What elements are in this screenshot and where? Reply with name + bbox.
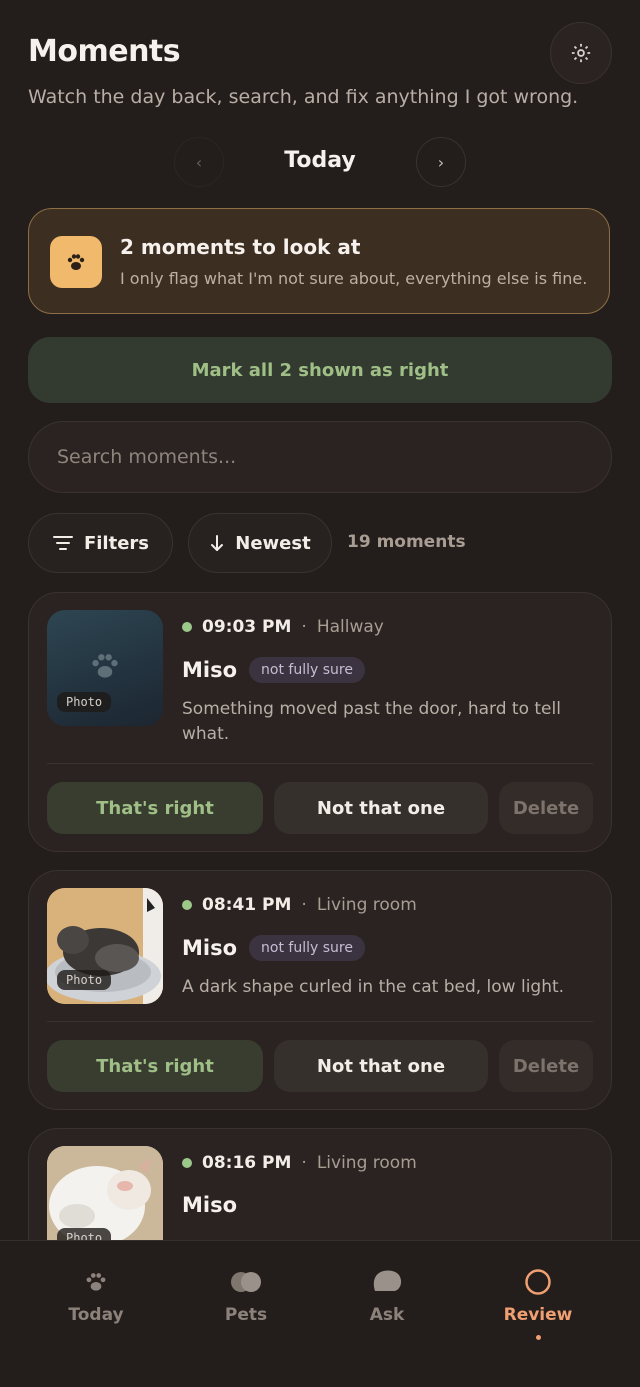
pet-row: Miso xyxy=(182,1193,237,1217)
moment-location: Living room xyxy=(316,895,417,915)
pet-name: Miso xyxy=(182,936,238,960)
status-dot xyxy=(182,1158,192,1168)
pet-name: Miso xyxy=(182,1193,238,1217)
search-input[interactable] xyxy=(29,422,611,492)
pet-row: Miso not fully sure xyxy=(182,657,365,683)
divider xyxy=(47,1021,593,1022)
moment-card[interactable]: Photo 08:41 PM · Living room Miso not fu… xyxy=(28,870,612,1110)
previous-day-button[interactable]: ‹ xyxy=(174,137,224,187)
active-tab-indicator xyxy=(536,1335,541,1340)
delete-button[interactable]: Delete xyxy=(499,1040,593,1092)
moment-time: 08:41 PM xyxy=(202,895,292,915)
filters-button[interactable]: Filters xyxy=(28,513,173,573)
sort-label: Newest xyxy=(235,532,311,554)
moment-time: 09:03 PM xyxy=(202,617,292,637)
moment-photo[interactable]: Photo xyxy=(47,888,163,1004)
mark-all-right-button[interactable]: Mark all 2 shown as right xyxy=(28,337,612,403)
sort-button[interactable]: Newest xyxy=(188,513,332,573)
page-title: Moments xyxy=(28,34,181,69)
paw-icon xyxy=(21,1267,171,1297)
gear-icon xyxy=(571,43,591,63)
confidence-badge: not fully sure xyxy=(249,657,365,683)
page-subtitle: Watch the day back, search, and fix anyt… xyxy=(28,86,579,108)
tab-label: Review xyxy=(503,1305,573,1325)
paw-icon xyxy=(50,236,102,288)
current-day-label: Today xyxy=(284,148,356,173)
moment-description: A dark shape curled in the cat bed, low … xyxy=(182,977,565,997)
photo-tag: Photo xyxy=(57,692,112,712)
status-dot xyxy=(182,622,192,632)
moments-count: 19 moments xyxy=(347,532,466,552)
moment-location: Hallway xyxy=(316,617,384,637)
status-dot xyxy=(182,900,192,910)
moment-location: Living room xyxy=(316,1153,417,1173)
bottom-tab-bar: Today Pets Ask Review xyxy=(0,1240,640,1387)
thats-right-button[interactable]: That's right xyxy=(47,1040,263,1092)
paw-placeholder-icon xyxy=(92,654,118,678)
tab-ask[interactable]: Ask xyxy=(312,1241,462,1351)
pet-name: Miso xyxy=(182,658,238,682)
moment-meta: 08:16 PM · Living room xyxy=(182,1153,417,1173)
thats-right-button[interactable]: That's right xyxy=(47,782,263,834)
tab-label: Today xyxy=(68,1305,124,1325)
settings-button[interactable] xyxy=(550,22,612,84)
moment-photo[interactable]: Photo xyxy=(47,610,163,726)
moment-meta: 08:41 PM · Living room xyxy=(182,895,417,915)
search-field xyxy=(28,421,612,493)
tab-review[interactable]: Review xyxy=(463,1241,613,1351)
pets-icon xyxy=(171,1267,321,1297)
tab-today[interactable]: Today xyxy=(21,1241,171,1351)
moment-time: 08:16 PM xyxy=(202,1153,292,1173)
moment-card[interactable]: Photo 09:03 PM · Hallway Miso not fully … xyxy=(28,592,612,852)
filters-label: Filters xyxy=(83,532,150,554)
alert-text: I only flag what I'm not sure about, eve… xyxy=(120,269,588,288)
arrow-down-icon xyxy=(211,535,224,551)
photo-tag: Photo xyxy=(57,970,112,990)
chevron-right-icon: › xyxy=(437,152,445,172)
moment-description: Something moved past the door, hard to t… xyxy=(182,699,561,744)
next-day-button[interactable]: › xyxy=(416,137,466,187)
chevron-left-icon: ‹ xyxy=(195,152,203,172)
tab-label: Ask xyxy=(369,1305,405,1325)
tab-pets[interactable]: Pets xyxy=(171,1241,321,1351)
pet-row: Miso not fully sure xyxy=(182,935,365,961)
confidence-badge: not fully sure xyxy=(249,935,365,961)
review-alert-banner: 2 moments to look at I only flag what I'… xyxy=(28,208,610,314)
delete-button[interactable]: Delete xyxy=(499,782,593,834)
moment-meta: 09:03 PM · Hallway xyxy=(182,617,384,637)
chat-bubble-icon xyxy=(312,1267,462,1297)
alert-title: 2 moments to look at xyxy=(120,235,361,259)
not-that-one-button[interactable]: Not that one xyxy=(274,1040,488,1092)
filter-icon xyxy=(52,536,73,550)
review-circle-icon xyxy=(463,1267,613,1297)
tab-label: Pets xyxy=(224,1305,268,1325)
divider xyxy=(47,763,593,764)
day-navigation: ‹ Today › xyxy=(0,136,640,188)
not-that-one-button[interactable]: Not that one xyxy=(274,782,488,834)
